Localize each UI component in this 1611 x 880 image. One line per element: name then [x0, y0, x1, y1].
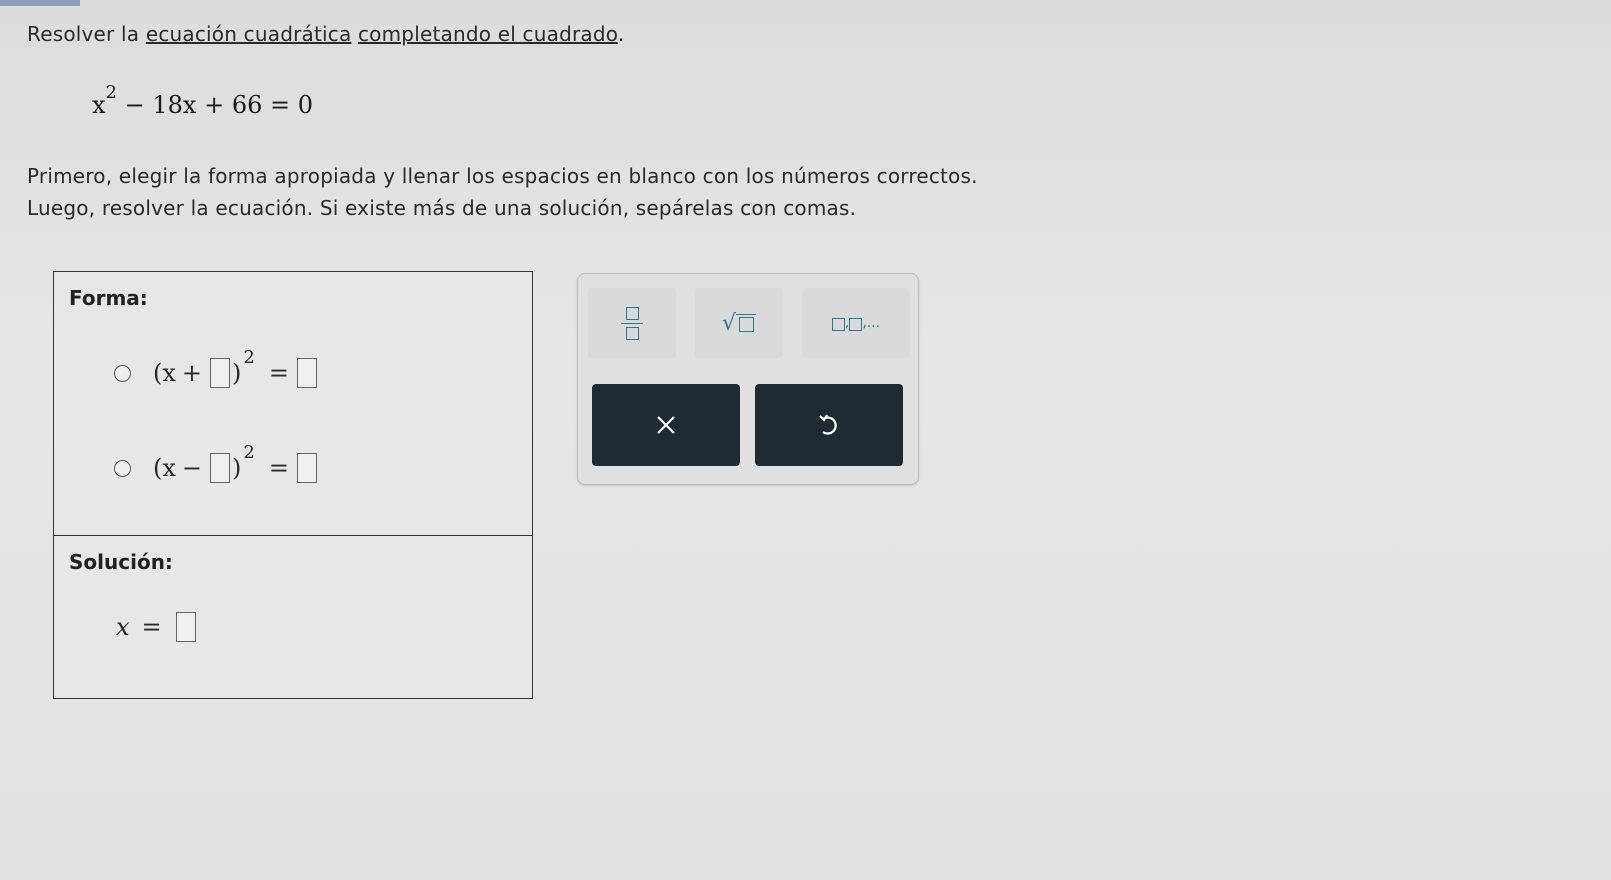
- option-exponent: 2: [243, 441, 255, 463]
- blank-input-minus-inner[interactable]: [210, 453, 231, 483]
- blank-input-minus-rhs[interactable]: [296, 453, 317, 483]
- option-open-paren: (x: [153, 359, 176, 387]
- undo-button[interactable]: [755, 384, 903, 466]
- option-operator: +: [181, 359, 203, 387]
- option-exponent: 2: [243, 346, 255, 368]
- solution-input[interactable]: [175, 612, 196, 642]
- fraction-icon: [621, 306, 643, 340]
- instruction-step2: Luego, resolver la ecuación. Si existe m…: [27, 196, 857, 220]
- list-button[interactable]: ,,...: [802, 288, 910, 358]
- equation-exponent: 2: [105, 82, 117, 103]
- answer-panel: Forma: (x + ) 2 = (x − ) 2 = Solución: x…: [53, 271, 533, 699]
- math-toolbar: √ ,,...: [577, 273, 919, 485]
- option-equals: =: [268, 454, 289, 482]
- instruction-step1: Primero, elegir la forma apropiada y lle…: [27, 164, 978, 188]
- top-accent-bar: [0, 0, 80, 6]
- blank-input-plus-inner[interactable]: [210, 358, 231, 388]
- solution-row: x =: [116, 612, 198, 642]
- option-operator: −: [181, 454, 203, 482]
- list-ellipsis: ...: [866, 315, 881, 331]
- undo-icon: [819, 414, 837, 435]
- form-option-minus[interactable]: (x − ) 2 =: [114, 442, 319, 483]
- square-root-icon: √: [722, 311, 757, 336]
- radio-button-plus[interactable]: [114, 364, 131, 382]
- instruction-title: Resolver la ecuación cuadrática completa…: [27, 22, 624, 46]
- equation-rest: − 18x + 66 = 0: [124, 91, 313, 119]
- panel-divider: [54, 535, 532, 536]
- form-heading: Forma:: [69, 286, 148, 310]
- option-open-paren: (x: [153, 454, 176, 482]
- instruction-period: .: [617, 22, 625, 46]
- clear-button[interactable]: [592, 384, 740, 466]
- quadratic-equation-link[interactable]: ecuación cuadrática: [146, 22, 352, 46]
- given-equation: x2 − 18x + 66 = 0: [92, 82, 313, 119]
- list-icon: ,,...: [831, 315, 881, 331]
- option-equals: =: [268, 359, 289, 387]
- option-close-paren: ): [232, 359, 242, 387]
- form-option-plus[interactable]: (x + ) 2 =: [114, 347, 319, 388]
- radio-button-minus[interactable]: [114, 459, 131, 477]
- solution-equals: =: [141, 613, 162, 641]
- square-root-button[interactable]: √: [695, 288, 783, 358]
- blank-input-plus-rhs[interactable]: [296, 358, 317, 388]
- completing-square-link[interactable]: completando el cuadrado: [358, 22, 618, 46]
- instruction-text: Resolver la: [27, 22, 146, 46]
- equation-variable: x: [92, 91, 106, 119]
- fraction-button[interactable]: [588, 288, 676, 358]
- close-icon: [657, 416, 675, 434]
- option-close-paren: ): [232, 454, 242, 482]
- page: Resolver la ecuación cuadrática completa…: [0, 0, 1611, 880]
- solution-heading: Solución:: [69, 550, 173, 574]
- solution-variable: x: [116, 613, 130, 641]
